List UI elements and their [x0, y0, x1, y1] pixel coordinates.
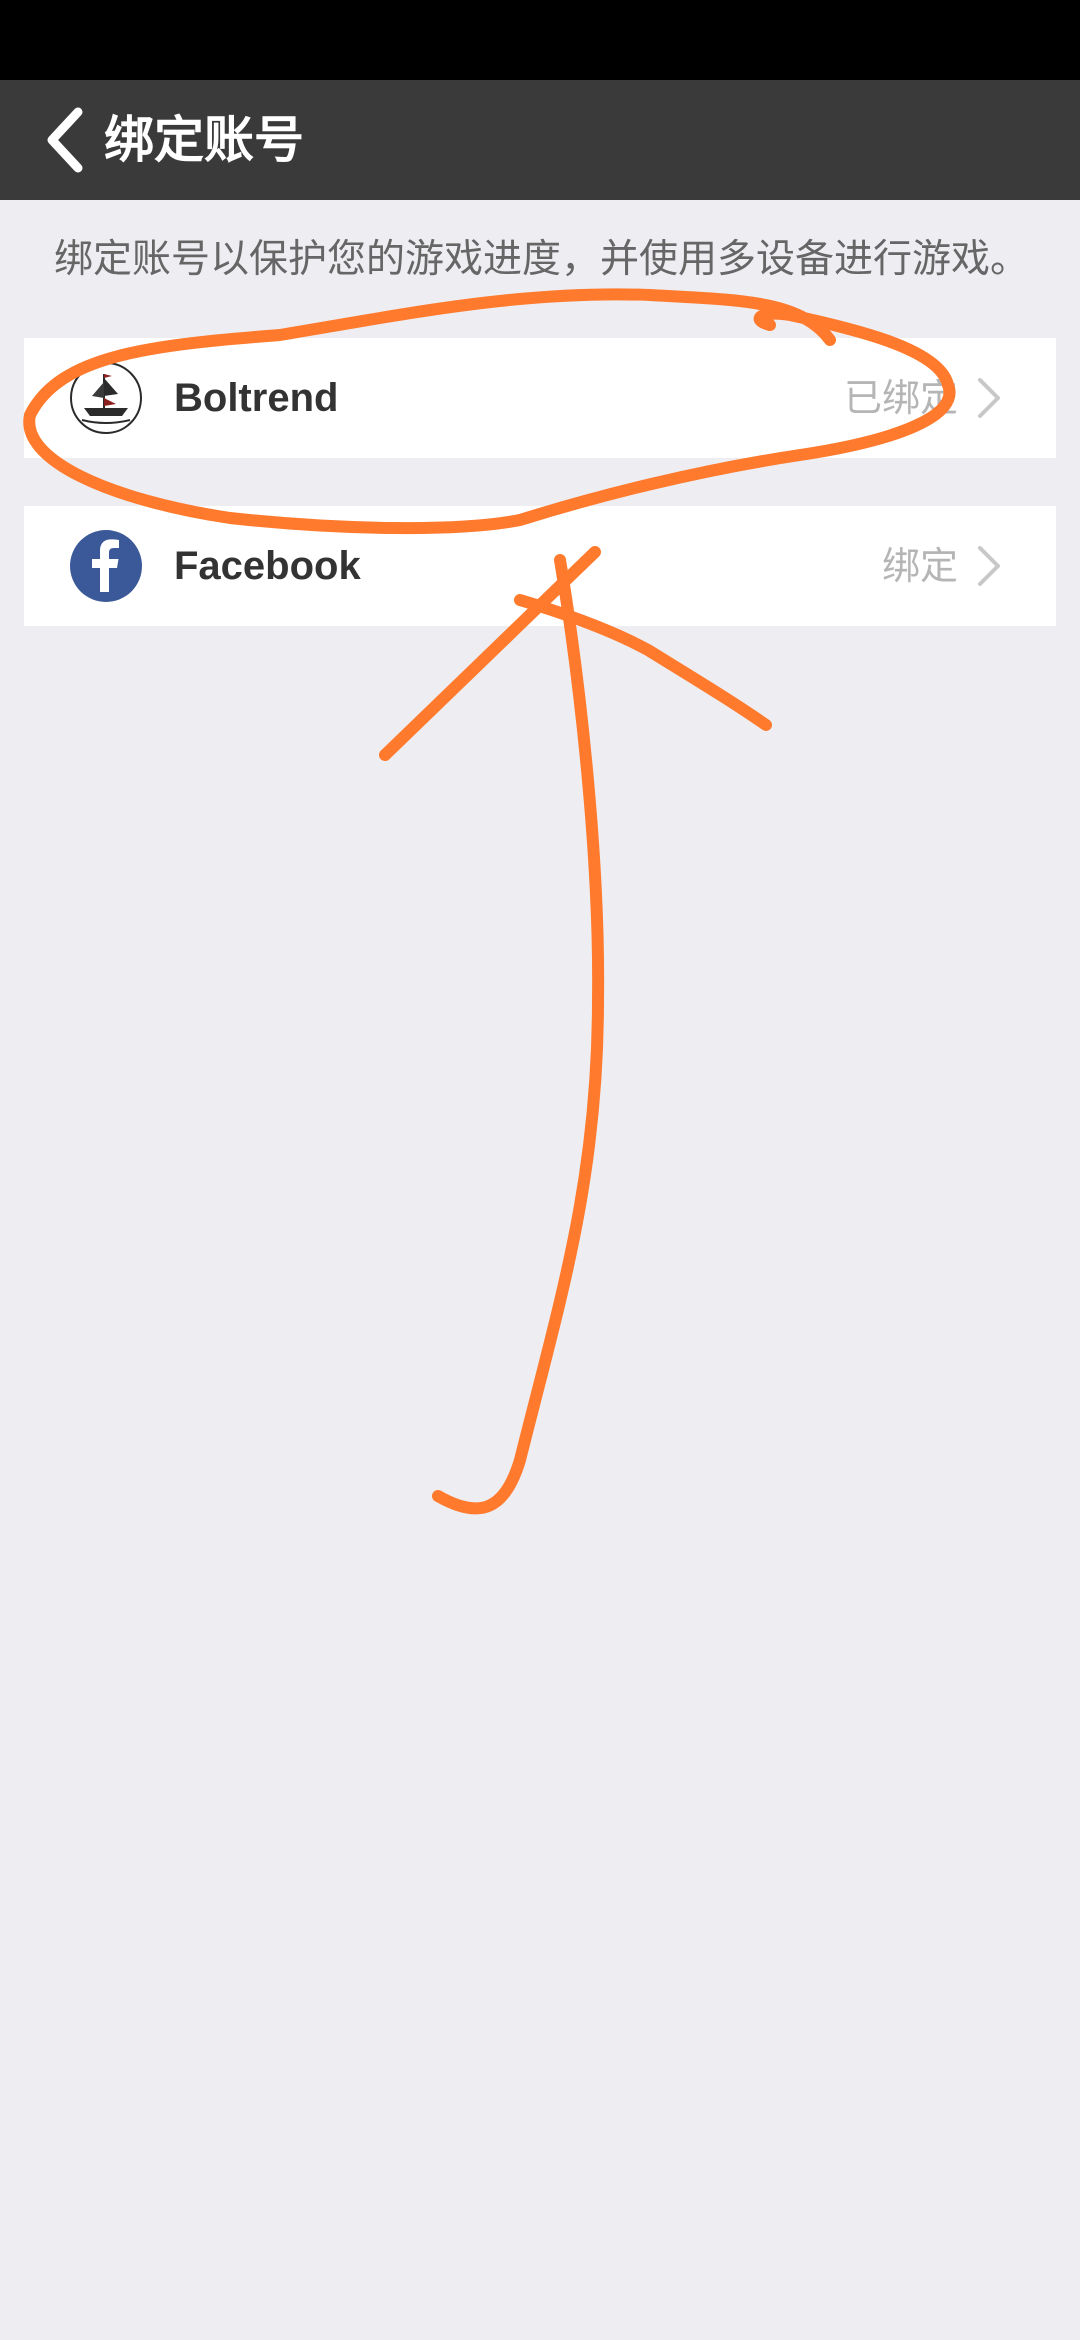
- chevron-right-icon: [978, 546, 1000, 586]
- chevron-left-icon: [47, 107, 83, 173]
- description-text: 绑定账号以保护您的游戏进度，并使用多设备进行游戏。: [54, 237, 1030, 282]
- back-button[interactable]: [24, 100, 104, 180]
- account-name-boltrend: Boltrend: [174, 376, 339, 420]
- chevron-right-icon: [978, 378, 1000, 418]
- account-row-facebook[interactable]: Facebook 绑定: [24, 506, 1056, 626]
- app-header: 绑定账号: [0, 80, 1080, 200]
- account-name-facebook: Facebook: [174, 544, 361, 588]
- account-row-boltrend[interactable]: Boltrend 已绑定: [24, 338, 1056, 458]
- page-title: 绑定账号: [104, 111, 304, 169]
- ship-logo-icon: [70, 362, 142, 434]
- bind-button-text: 绑定: [881, 544, 958, 588]
- annotation-arrow-shaft: [432, 554, 605, 1515]
- facebook-icon: [70, 530, 142, 602]
- status-bar: [0, 0, 1080, 80]
- status-bound: 已绑定: [843, 376, 958, 420]
